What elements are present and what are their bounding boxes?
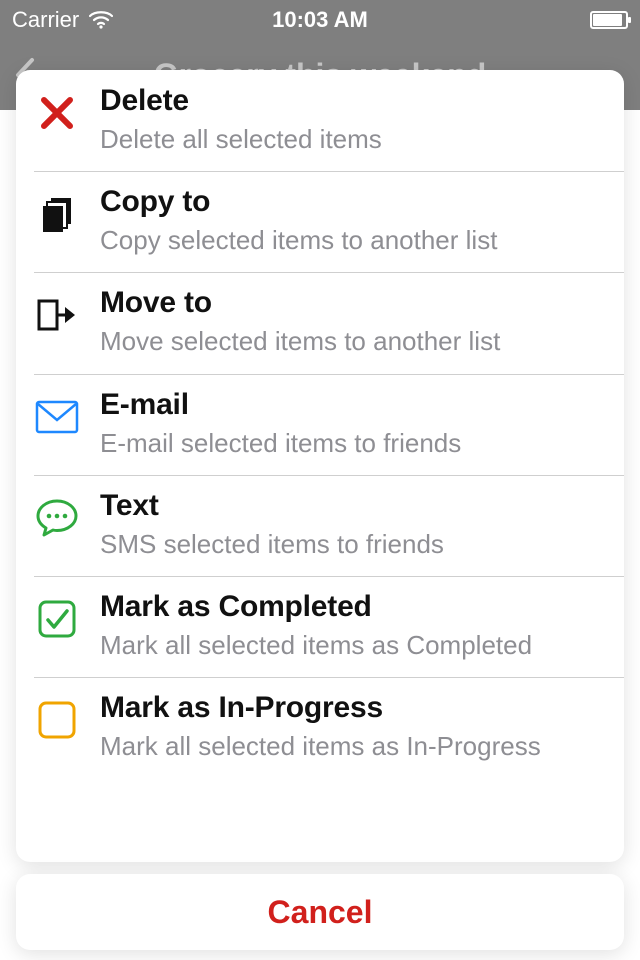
checkbox-checked-icon [34, 596, 80, 642]
action-copy-to[interactable]: Copy to Copy selected items to another l… [16, 171, 624, 272]
action-title: Text [100, 489, 606, 523]
action-subtitle: Mark all selected items as In-Progress [100, 731, 606, 762]
email-icon [34, 394, 80, 440]
action-subtitle: Delete all selected items [100, 124, 606, 155]
action-text[interactable]: Text SMS selected items to friends [16, 475, 624, 576]
action-title: Mark as In-Progress [100, 691, 606, 725]
action-title: Copy to [100, 185, 606, 219]
action-subtitle: Copy selected items to another list [100, 225, 606, 256]
copy-icon [34, 191, 80, 237]
action-title: Delete [100, 84, 606, 118]
action-sheet: Delete Delete all selected items Copy to… [16, 70, 624, 950]
delete-icon [34, 90, 80, 136]
checkbox-empty-icon [34, 697, 80, 743]
action-delete[interactable]: Delete Delete all selected items [16, 70, 624, 171]
action-title: Move to [100, 286, 606, 320]
action-title: Mark as Completed [100, 590, 606, 624]
move-icon [34, 292, 80, 338]
action-mark-completed[interactable]: Mark as Completed Mark all selected item… [16, 576, 624, 677]
action-email[interactable]: E-mail E-mail selected items to friends [16, 374, 624, 475]
action-mark-in-progress[interactable]: Mark as In-Progress Mark all selected it… [16, 677, 624, 778]
action-subtitle: E-mail selected items to friends [100, 428, 606, 459]
action-subtitle: Move selected items to another list [100, 326, 606, 357]
action-subtitle: SMS selected items to friends [100, 529, 606, 560]
text-icon [34, 495, 80, 541]
action-move-to[interactable]: Move to Move selected items to another l… [16, 272, 624, 373]
action-subtitle: Mark all selected items as Completed [100, 630, 606, 661]
action-title: E-mail [100, 388, 606, 422]
cancel-button[interactable]: Cancel [16, 874, 624, 950]
